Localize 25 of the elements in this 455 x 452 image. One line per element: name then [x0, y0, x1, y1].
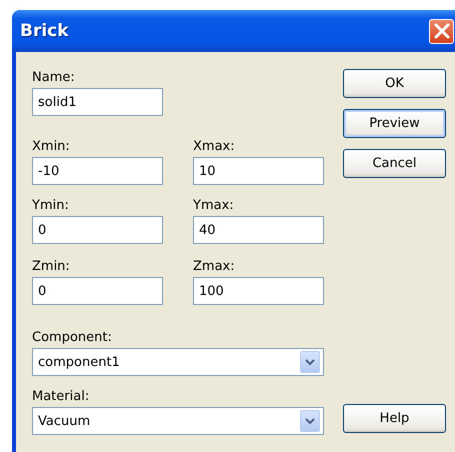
input-field[interactable]: 0: [32, 216, 163, 244]
input-field[interactable]: 10: [193, 157, 324, 185]
name-field[interactable]: solid1: [32, 88, 163, 116]
input-field[interactable]: 100: [193, 277, 324, 305]
field-label: Zmax:: [193, 258, 236, 276]
field-label: Name:: [32, 69, 76, 87]
dialog-button[interactable]: Preview: [343, 109, 446, 138]
field-label: Ymin:: [32, 197, 70, 215]
field-label: Xmax:: [193, 138, 236, 156]
close-icon: [432, 22, 450, 40]
dialog-button[interactable]: OK: [343, 69, 446, 98]
dialog-button[interactable]: Cancel: [343, 149, 446, 178]
dropdown[interactable]: component1: [32, 348, 324, 376]
field-label: Xmin:: [32, 138, 71, 156]
dropdown[interactable]: Vacuum: [32, 407, 324, 435]
field-label: Zmin:: [32, 258, 71, 276]
field-label: Ymax:: [193, 197, 235, 215]
input-field[interactable]: -10: [32, 157, 163, 185]
window-title: Brick: [20, 21, 69, 41]
input-field[interactable]: 40: [193, 216, 324, 244]
input-field[interactable]: 0: [32, 277, 163, 305]
close-button[interactable]: [429, 18, 454, 44]
field-label: Component:: [32, 329, 113, 347]
field-label: Material:: [32, 388, 90, 406]
help-button[interactable]: Help: [343, 404, 446, 433]
